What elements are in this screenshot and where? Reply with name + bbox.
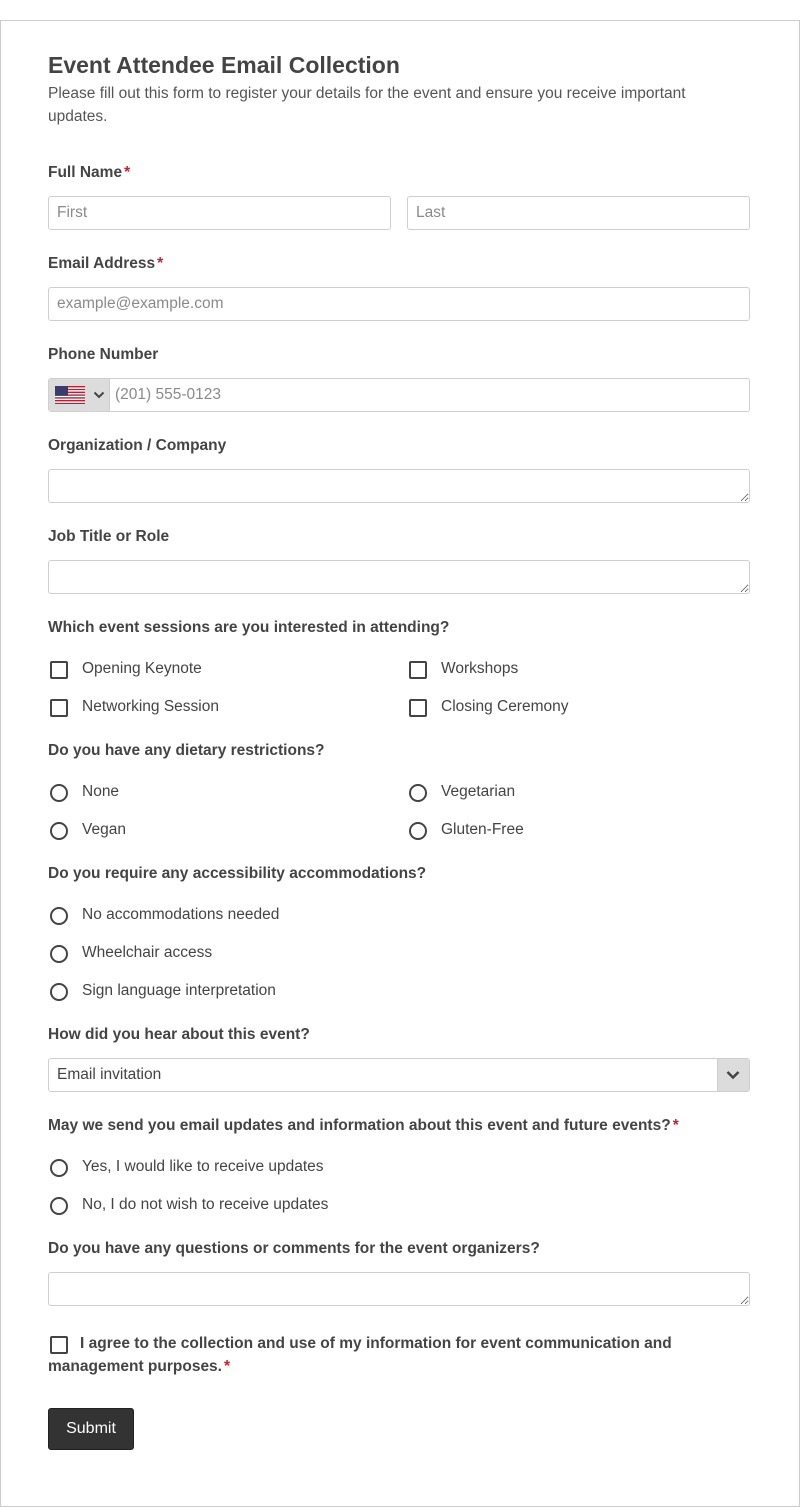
checkbox[interactable] [50,699,68,717]
heard-about-label: How did you hear about this event? [48,1026,310,1043]
option-label: Closing Ceremony [441,698,569,715]
option-label: No, I do not wish to receive updates [82,1196,329,1213]
email-input[interactable] [48,287,750,321]
radio-button[interactable] [50,1197,68,1215]
required-mark: * [224,1358,231,1375]
consent-checkbox[interactable] [50,1336,68,1354]
option-label: Sign language interpretation [82,982,276,999]
phone-input[interactable] [109,379,749,411]
full-name-label: Full Name * [48,164,130,182]
option-label: Wheelchair access [82,944,213,961]
option-label: None [82,783,120,800]
option-label: Networking Session [82,698,219,715]
submit-button[interactable]: Submit [48,1408,134,1450]
checkbox[interactable] [50,661,68,679]
job-title-label: Job Title or Role [48,528,170,545]
form-description: Please fill out this form to register yo… [48,85,686,125]
full-name-label-text: Full Name [48,164,123,181]
required-mark: * [157,255,164,272]
accessibility-label: Do you require any accessibility accommo… [48,865,427,882]
organization-label: Organization / Company [48,437,227,454]
dropdown-button[interactable] [717,1059,749,1091]
radio-button[interactable] [50,784,68,802]
radio-button[interactable] [50,945,68,963]
comments-input[interactable] [48,1272,750,1306]
radio-button[interactable] [409,784,427,802]
comments-label: Do you have any questions or comments fo… [48,1240,540,1257]
required-mark: * [124,164,131,181]
job-title-input[interactable] [48,560,750,594]
checkbox[interactable] [409,661,427,679]
last-name-input[interactable] [407,196,750,230]
sessions-label: Which event sessions are you interested … [48,619,450,636]
radio-button[interactable] [50,1159,68,1177]
form-title: Event Attendee Email Collection [48,52,400,78]
email-updates-label: May we send you email updates and inform… [48,1117,679,1135]
email-label-text: Email Address [48,255,156,272]
consent-checkbox-row[interactable]: I agree to the collection and use of my … [48,1332,738,1378]
email-label: Email Address * [48,255,163,273]
option-label: No accommodations needed [82,906,280,923]
checkbox[interactable] [409,699,427,717]
option-label: Yes, I would like to receive updates [82,1158,324,1175]
consent-label: I agree to the collection and use of my … [48,1332,738,1378]
chevron-down-icon [726,1071,740,1080]
option-label: Vegan [82,821,126,838]
country-code-select[interactable] [49,379,110,411]
email-updates-label-text: May we send you email updates and inform… [48,1117,671,1134]
option-label: Workshops [441,660,519,677]
consent-label-text: I agree to the collection and use of my … [48,1335,672,1375]
radio-button[interactable] [50,983,68,1001]
radio-button[interactable] [50,822,68,840]
radio-button[interactable] [409,822,427,840]
organization-input[interactable] [48,469,750,503]
required-mark: * [672,1117,679,1134]
option-label: Gluten-Free [441,821,524,838]
first-name-input[interactable] [48,196,391,230]
heard-about-select[interactable]: Email invitation [48,1058,750,1092]
radio-button[interactable] [50,907,68,925]
chevron-down-icon [93,391,105,399]
phone-field [48,378,750,412]
phone-label: Phone Number [48,346,159,363]
us-flag-icon [55,386,85,404]
option-label: Opening Keynote [82,660,202,677]
selected-value: Email invitation [57,1066,162,1083]
dietary-label: Do you have any dietary restrictions? [48,742,325,759]
option-label: Vegetarian [441,783,516,800]
